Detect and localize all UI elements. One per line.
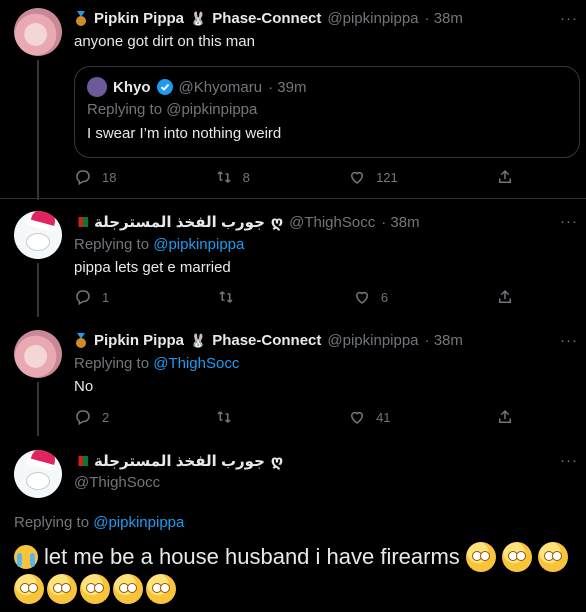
tweet-text: pippa lets get e married <box>74 259 231 276</box>
more-options-icon[interactable]: ··· <box>560 332 578 349</box>
tweet-text: No <box>74 378 94 395</box>
face-with-rolling-eyes-icon <box>501 542 532 572</box>
heart-icon <box>355 291 368 304</box>
tweet-time[interactable]: · 38m <box>425 332 463 349</box>
face-with-rolling-eyes-icon <box>14 574 44 604</box>
author-handle[interactable]: @pipkinpippa <box>327 10 418 27</box>
tweet-time[interactable]: · 38m <box>381 214 419 231</box>
share-button[interactable] <box>496 168 514 186</box>
medal-icon <box>76 10 86 26</box>
crying-face-icon <box>14 545 38 569</box>
replying-handle: @pipkinpippa <box>166 101 258 118</box>
main-tweet-text: let me be a house husband i have firearm… <box>44 544 460 569</box>
retweet-icon <box>217 411 231 423</box>
quote-replying: Replying to @pipkinpippa <box>87 101 257 118</box>
replying-handle[interactable]: @pipkinpippa <box>153 236 244 253</box>
santa-hat-icon <box>30 450 58 467</box>
quote-time: · 39m <box>268 78 307 96</box>
tweet-text: anyone got dirt on this man <box>74 33 255 50</box>
divider <box>0 198 586 199</box>
avatar[interactable] <box>14 450 62 498</box>
quote-avatar <box>87 77 107 97</box>
retweet-icon <box>219 291 233 303</box>
more-options-icon[interactable]: ··· <box>560 213 578 230</box>
author-name[interactable]: Pipkin Pippa <box>94 332 184 349</box>
author-affiliation: Phase-Connect <box>212 332 322 349</box>
medal-icon <box>76 332 86 348</box>
like-button[interactable]: 41 <box>348 408 391 426</box>
avatar[interactable] <box>14 330 62 378</box>
avatar[interactable] <box>14 8 62 56</box>
rabbit-icon: 🐰 <box>190 10 207 26</box>
retweet-button[interactable] <box>215 408 243 426</box>
replying-label: Replying to <box>74 355 150 372</box>
share-icon <box>499 289 511 303</box>
reply-icon <box>76 290 90 306</box>
heart-icon <box>351 411 364 424</box>
quote-text: I swear I’m into nothing weird <box>87 125 282 142</box>
retweet-button[interactable]: 8 <box>215 168 250 186</box>
author-name[interactable]: جورب الفخذ المسترجلة <box>94 452 265 470</box>
replying-to: Replying to @ThighSocc <box>74 355 239 372</box>
thread-line <box>37 382 39 436</box>
reply-icon <box>76 410 90 426</box>
like-count: 41 <box>376 409 391 425</box>
author-handle[interactable]: @pipkinpippa <box>327 332 418 349</box>
reply-button[interactable]: 2 <box>74 408 109 426</box>
retweet-icon <box>217 171 231 183</box>
quote-author-handle: @Khyomaru <box>178 78 263 96</box>
retweet-button[interactable] <box>217 288 245 306</box>
replying-handle[interactable]: @ThighSocc <box>153 355 239 372</box>
share-button[interactable] <box>496 288 514 306</box>
author-affiliation: Phase-Connect <box>212 10 322 27</box>
avatar[interactable] <box>14 211 62 259</box>
reply-count: 1 <box>102 289 110 305</box>
replying-to: Replying to @pipkinpippa <box>14 514 184 531</box>
face-with-rolling-eyes-icon <box>80 574 110 604</box>
author-name[interactable]: جورب الفخذ المسترجلة <box>94 213 265 231</box>
author-name-suffix: ღ <box>270 214 284 231</box>
share-button[interactable] <box>496 408 514 426</box>
face-with-rolling-eyes-icon <box>537 542 568 572</box>
rabbit-icon: 🐰 <box>190 332 207 348</box>
replying-label: Replying to <box>14 514 90 531</box>
verified-icon <box>156 79 173 95</box>
reply-button[interactable]: 1 <box>74 288 109 306</box>
share-icon <box>498 169 511 183</box>
replying-label: Replying to <box>74 236 150 253</box>
more-options-icon[interactable]: ··· <box>560 10 578 27</box>
author-name-suffix: ღ <box>270 453 284 470</box>
reply-button[interactable]: 18 <box>74 168 116 186</box>
flag-icon <box>74 456 88 466</box>
santa-hat-icon <box>30 211 58 228</box>
quoted-tweet[interactable]: Khyo @Khyomaru · 39m Replying to @pipkin… <box>74 66 580 158</box>
quote-author-name: Khyo <box>113 78 151 96</box>
main-tweet-body: let me be a house husband i have firearm… <box>14 542 580 604</box>
face-with-rolling-eyes-icon <box>47 574 77 604</box>
heart-icon <box>351 171 364 184</box>
like-button[interactable]: 121 <box>348 168 398 186</box>
flag-icon <box>74 217 88 227</box>
face-with-rolling-eyes-icon <box>113 574 143 604</box>
face-with-rolling-eyes-icon <box>465 542 496 572</box>
retweet-count: 8 <box>242 169 250 185</box>
author-handle[interactable]: @ThighSocc <box>289 214 375 231</box>
tweet-time[interactable]: · 38m <box>425 10 463 27</box>
share-icon <box>498 409 511 423</box>
reply-icon <box>76 170 90 186</box>
replying-handle[interactable]: @pipkinpippa <box>93 514 184 531</box>
reply-count: 18 <box>102 169 117 185</box>
face-with-rolling-eyes-icon <box>146 574 176 604</box>
replying-label: Replying to <box>87 101 163 118</box>
author-name[interactable]: Pipkin Pippa <box>94 10 184 27</box>
thread-line <box>37 60 39 200</box>
like-button[interactable]: 6 <box>353 288 388 306</box>
reply-count: 2 <box>102 409 110 425</box>
like-count: 121 <box>376 169 398 185</box>
more-options-icon[interactable]: ··· <box>560 452 578 469</box>
author-handle[interactable]: @ThighSocc <box>74 474 160 491</box>
thread-line <box>37 263 39 317</box>
replying-to: Replying to @pipkinpippa <box>74 236 244 253</box>
like-count: 6 <box>380 289 389 305</box>
